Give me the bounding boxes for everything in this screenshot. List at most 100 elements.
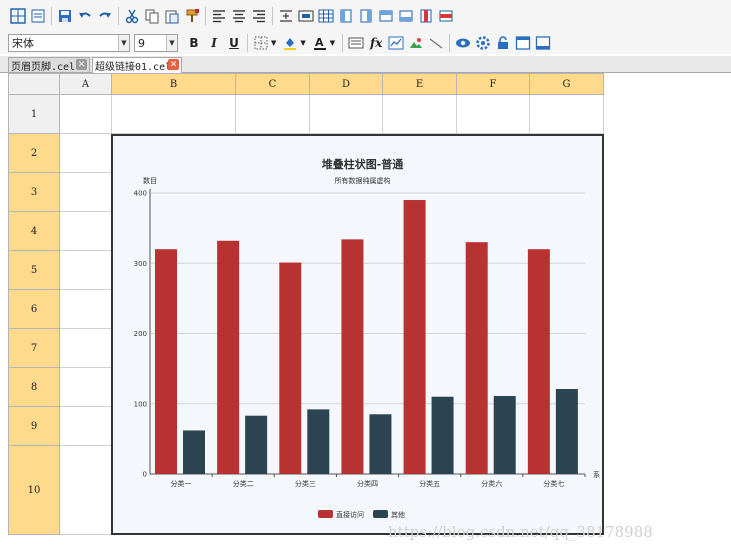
align-center-icon[interactable] xyxy=(230,7,248,25)
row-header-2[interactable]: 2 xyxy=(8,134,60,173)
close-icon[interactable]: ✕ xyxy=(168,59,179,70)
column-header-a[interactable]: A xyxy=(60,73,112,95)
row-header-6[interactable]: 6 xyxy=(8,290,60,329)
font-size-select[interactable]: 9 ▼ xyxy=(134,34,178,52)
bar-chart: 堆叠柱状图-普通所有数据纯属虚构 数目 0 100 200 300 400 分类一 分类二 分类三… xyxy=(134,157,600,519)
row-header-7[interactable]: 7 xyxy=(8,329,60,368)
insert-column-right-icon[interactable] xyxy=(357,7,375,25)
chevron-down-icon[interactable]: ▼ xyxy=(330,39,335,47)
view-icon[interactable] xyxy=(454,34,472,52)
cell-a4[interactable] xyxy=(60,212,112,251)
panel-icon[interactable] xyxy=(534,34,552,52)
cell-a5[interactable] xyxy=(60,251,112,290)
bar-direct-1 xyxy=(155,249,177,474)
row-header-3[interactable]: 3 xyxy=(8,173,60,212)
italic-button[interactable]: I xyxy=(205,34,223,52)
column-header-c[interactable]: C xyxy=(236,73,310,95)
bar-other-6 xyxy=(493,396,516,474)
cell-f1[interactable] xyxy=(457,95,530,134)
border-icon[interactable] xyxy=(252,34,270,52)
column-header-g[interactable]: G xyxy=(530,73,604,95)
tab-hyperlink[interactable]: 超级链接01.cel ✕ xyxy=(92,57,182,73)
chevron-down-icon[interactable]: ▼ xyxy=(300,39,305,47)
fill-color-icon[interactable] xyxy=(281,34,299,52)
cell-b1[interactable] xyxy=(112,95,236,134)
insert-cell-icon[interactable] xyxy=(9,7,27,25)
y-tick-label: 0 xyxy=(143,471,147,479)
table-icon[interactable] xyxy=(317,7,335,25)
insert-row-above-icon[interactable] xyxy=(377,7,395,25)
chevron-down-icon[interactable]: ▼ xyxy=(118,35,129,51)
column-header-d[interactable]: D xyxy=(310,73,383,95)
x-tick-label: 分类六 xyxy=(481,479,502,488)
chart-icon[interactable] xyxy=(387,34,405,52)
slash-icon[interactable] xyxy=(427,34,445,52)
settings-icon[interactable] xyxy=(474,34,492,52)
file-tab-bar: 页眉页脚.cel ✕ 超级链接01.cel ✕ xyxy=(0,56,731,73)
preview-icon[interactable] xyxy=(29,7,47,25)
merge-cells-icon[interactable] xyxy=(277,7,295,25)
save-icon[interactable] xyxy=(56,7,74,25)
underline-button[interactable]: U xyxy=(225,34,243,52)
y-axis-label: 数目 xyxy=(143,176,157,185)
row-header-5[interactable]: 5 xyxy=(8,251,60,290)
align-left-icon[interactable] xyxy=(210,7,228,25)
row-header-1[interactable]: 1 xyxy=(8,95,60,134)
undo-icon[interactable] xyxy=(76,7,94,25)
y-tick-label: 400 xyxy=(134,190,147,198)
text-wrap-icon[interactable] xyxy=(347,34,365,52)
align-right-icon[interactable] xyxy=(250,7,268,25)
cell-a10[interactable] xyxy=(60,446,112,535)
column-header-e[interactable]: E xyxy=(383,73,457,95)
copy-icon[interactable] xyxy=(143,7,161,25)
cell-a6[interactable] xyxy=(60,290,112,329)
bar-direct-2 xyxy=(217,240,240,474)
column-header-b[interactable]: B xyxy=(112,73,236,95)
tab-header-footer[interactable]: 页眉页脚.cel ✕ xyxy=(8,57,90,73)
column-header-f[interactable]: F xyxy=(457,73,530,95)
image-icon[interactable] xyxy=(407,34,425,52)
tab-label: 页眉页脚.cel xyxy=(11,61,76,73)
chevron-down-icon[interactable]: ▼ xyxy=(271,39,276,47)
format-painter-icon[interactable] xyxy=(183,7,201,25)
cell-a7[interactable] xyxy=(60,329,112,368)
legend-swatch xyxy=(373,510,388,518)
delete-column-icon[interactable] xyxy=(417,7,435,25)
toolbar-separator xyxy=(449,34,451,52)
cell-a3[interactable] xyxy=(60,173,112,212)
merge-center-icon[interactable] xyxy=(297,7,315,25)
cell-a9[interactable] xyxy=(60,407,112,446)
paste-icon[interactable] xyxy=(163,7,181,25)
cell-e1[interactable] xyxy=(383,95,457,134)
cell-a2[interactable] xyxy=(60,134,112,173)
font-family-select[interactable]: 宋体 ▼ xyxy=(8,34,130,52)
redo-icon[interactable] xyxy=(96,7,114,25)
y-tick-label: 300 xyxy=(134,260,147,268)
cut-icon[interactable] xyxy=(123,7,141,25)
bold-button[interactable]: B xyxy=(185,34,203,52)
chevron-down-icon[interactable]: ▼ xyxy=(166,35,177,51)
row-header-10[interactable]: 10 xyxy=(8,446,60,535)
insert-row-below-icon[interactable] xyxy=(397,7,415,25)
row-header-8[interactable]: 8 xyxy=(8,368,60,407)
cell-c1[interactable] xyxy=(236,95,310,134)
cell-a1[interactable] xyxy=(60,95,112,134)
insert-column-left-icon[interactable] xyxy=(337,7,355,25)
chart-container[interactable]: 堆叠柱状图-普通 所有数据纯属虚构 数目 0 100 200 300 400 分类一 分类二 分类三… xyxy=(111,134,604,535)
delete-row-icon[interactable] xyxy=(437,7,455,25)
row-header-9[interactable]: 9 xyxy=(8,407,60,446)
window-icon[interactable] xyxy=(514,34,532,52)
bar-direct-7 xyxy=(527,249,550,474)
row-header-4[interactable]: 4 xyxy=(8,212,60,251)
font-color-icon[interactable]: A xyxy=(311,34,329,52)
cell-a8[interactable] xyxy=(60,368,112,407)
lock-icon[interactable] xyxy=(494,34,512,52)
bar-other-4 xyxy=(369,414,392,474)
cell-g1[interactable] xyxy=(530,95,604,134)
formula-button[interactable]: fx xyxy=(367,34,385,52)
x-tick-label: 分类一 xyxy=(171,479,192,488)
bar-other-2 xyxy=(245,415,268,474)
close-icon[interactable]: ✕ xyxy=(76,59,87,70)
grid-corner[interactable] xyxy=(8,73,60,95)
cell-d1[interactable] xyxy=(310,95,383,134)
